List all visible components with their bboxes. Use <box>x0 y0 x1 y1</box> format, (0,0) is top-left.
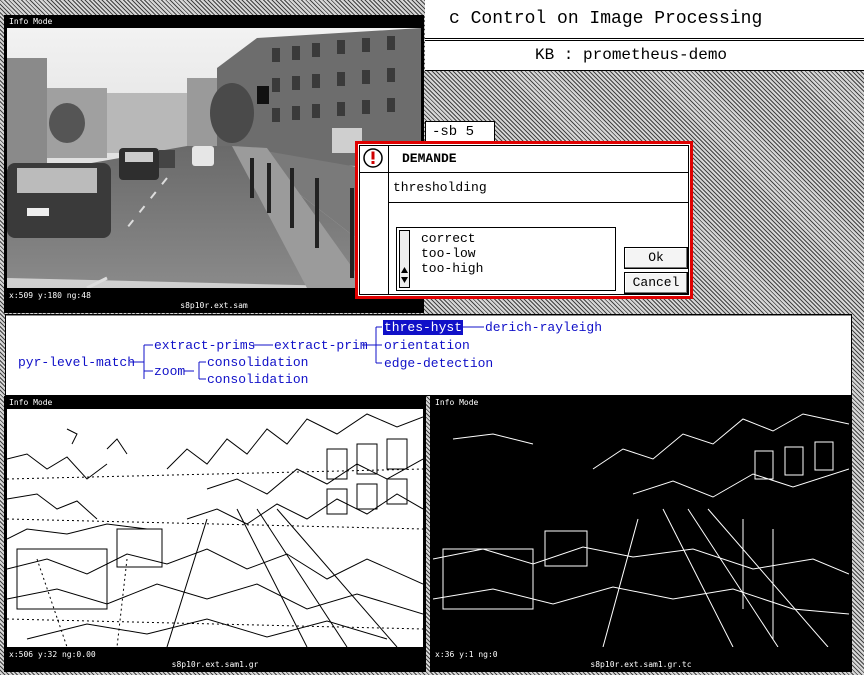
divider <box>389 202 688 203</box>
cursor-readout: x:509 y:180 ng:48 <box>9 291 91 300</box>
scroll-arrows-icon <box>401 267 408 283</box>
sb-field[interactable]: -sb 5 <box>425 121 495 143</box>
dialog-message: thresholding <box>393 180 487 195</box>
window-mode-label: Info Mode <box>5 397 425 408</box>
tree-node-thres-hyst-selected[interactable]: thres-hyst <box>383 320 464 335</box>
exclamation-icon <box>363 148 383 168</box>
demande-dialog[interactable]: DEMANDE thresholding correct too-low too… <box>355 141 693 299</box>
tree-node-consolidation[interactable]: consolidation <box>207 355 308 370</box>
divider <box>425 38 864 39</box>
list-scrollbar[interactable] <box>399 230 410 288</box>
divider <box>388 172 389 294</box>
thresholded-edge-image[interactable] <box>433 409 849 647</box>
app-title: c Control on Image Processing <box>449 9 763 29</box>
tree-node-extract-prims[interactable]: extract-prims <box>154 338 255 353</box>
gradient-edge-drawing <box>7 413 423 647</box>
divider <box>425 40 864 41</box>
image-filename: s8p10r.ext.sam1.gr <box>171 660 259 669</box>
tree-node-zoom[interactable]: zoom <box>154 364 185 379</box>
window-mode-label: Info Mode <box>5 16 423 27</box>
dialog-body: DEMANDE thresholding correct too-low too… <box>359 145 689 295</box>
dialog-icon-cell <box>360 146 389 172</box>
hysteresis-edge-drawing <box>433 413 849 647</box>
image-filename: s8p10r.ext.sam <box>180 301 248 310</box>
processing-tree-panel: pyr-level-match extract-prims zoom extra… <box>5 314 852 396</box>
edge-image-window-right[interactable]: Info Mode x:36 y:1 ng:0 s8p10r.ext.sam1.… <box>430 396 852 672</box>
answer-list[interactable]: correct too-low too-high <box>396 227 616 291</box>
list-item-too-low[interactable]: too-low <box>421 246 476 261</box>
title-banner: c Control on Image Processing KB : prome… <box>425 0 864 71</box>
tree-node-orientation[interactable]: orientation <box>384 338 470 353</box>
kb-label: KB : prometheus-demo <box>535 46 728 64</box>
ok-button[interactable]: Ok <box>624 247 688 269</box>
dialog-title: DEMANDE <box>402 151 457 166</box>
image-filename: s8p10r.ext.sam1.gr.tc <box>590 660 692 669</box>
tree-node-consolidation[interactable]: consolidation <box>207 372 308 387</box>
cancel-button[interactable]: Cancel <box>624 272 688 294</box>
cursor-readout: x:36 y:1 ng:0 <box>435 650 498 659</box>
window-mode-label: Info Mode <box>431 397 851 408</box>
cursor-readout: x:506 y:32 ng:0.00 <box>9 650 96 659</box>
list-item-correct[interactable]: correct <box>421 231 476 246</box>
tree-node-pyr-level-match[interactable]: pyr-level-match <box>18 355 135 370</box>
list-item-too-high[interactable]: too-high <box>421 261 483 276</box>
tree-node-derich-rayleigh[interactable]: derich-rayleigh <box>485 320 602 335</box>
edge-image-window-left[interactable]: Info Mode x:506 y:32 ng:0.00 s8p10r.ext.… <box>4 396 426 672</box>
tree-node-extract-prim[interactable]: extract-prim <box>274 338 368 353</box>
edge-map-image[interactable] <box>7 409 423 647</box>
tree-node-edge-detection[interactable]: edge-detection <box>384 356 493 371</box>
